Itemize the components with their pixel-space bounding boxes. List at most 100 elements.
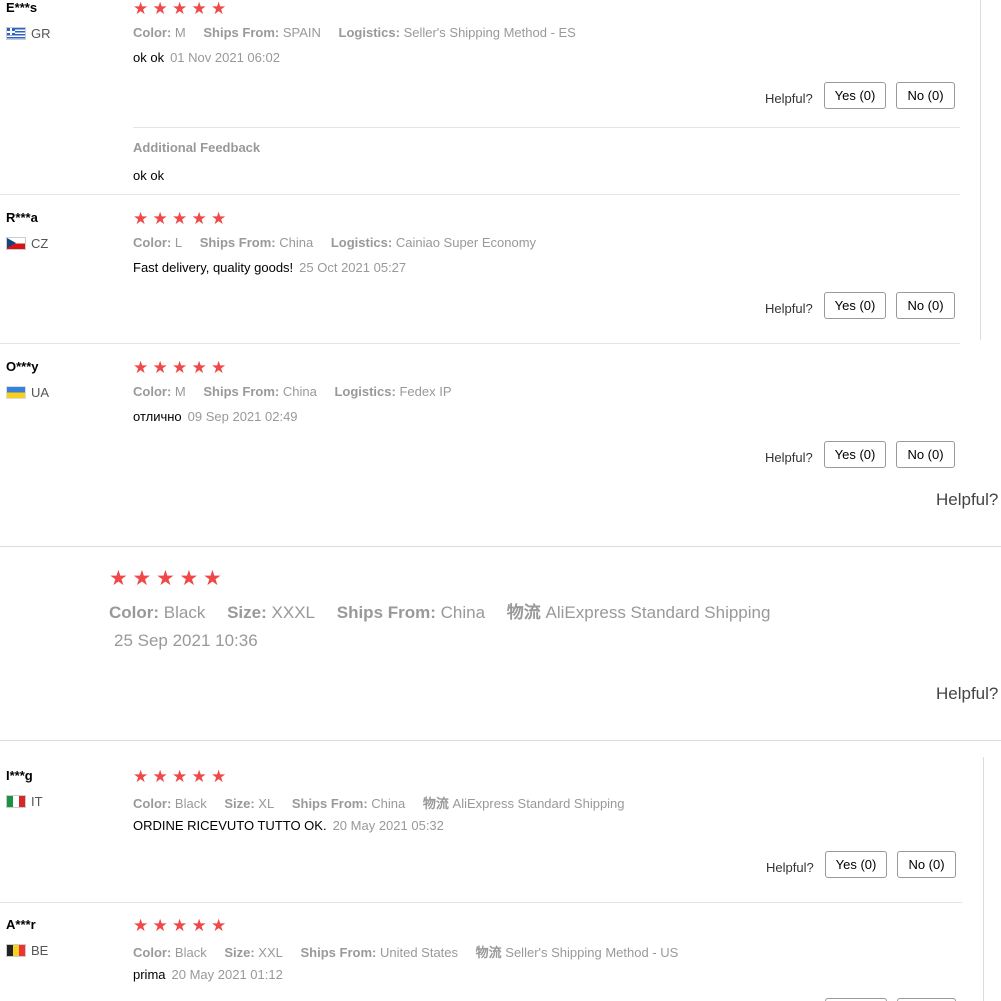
star-rating: ★ ★ ★ ★ ★ [133, 210, 231, 227]
star-icon: ★ [211, 0, 228, 18]
sku-info: Color: Black Size: XXXL Ships From: Chin… [109, 603, 771, 622]
star-icon: ★ [191, 358, 208, 377]
star-icon: ★ [132, 567, 153, 590]
star-rating: ★ ★ ★ ★ ★ [133, 0, 231, 17]
reviewer-country: CZ [6, 236, 48, 251]
review-date: 09 Sep 2021 02:49 [187, 409, 298, 424]
reviewer-country: UA [6, 385, 49, 400]
review-date: 20 May 2021 05:32 [332, 818, 444, 833]
star-icon: ★ [211, 209, 228, 228]
reviewer-country: IT [6, 794, 43, 809]
helpful-no-button[interactable]: No (0) [897, 851, 956, 878]
star-rating: ★ ★ ★ ★ ★ [133, 768, 231, 785]
right-border-line [983, 757, 984, 1001]
star-rating: ★ ★ ★ ★ ★ [109, 568, 227, 589]
review-divider [0, 194, 960, 195]
star-icon: ★ [152, 0, 169, 18]
helpful-label: Helpful? [766, 860, 814, 875]
star-icon: ★ [172, 358, 189, 377]
helpful-no-button[interactable]: No (0) [896, 441, 955, 468]
review-text: ok ok [133, 50, 165, 65]
star-icon: ★ [172, 767, 189, 786]
star-icon: ★ [133, 767, 150, 786]
helpful-yes-button[interactable]: Yes (0) [824, 441, 886, 468]
star-icon: ★ [152, 358, 169, 377]
helpful-yes-button[interactable]: Yes (0) [825, 851, 887, 878]
helpful-label: Helpful? [765, 91, 813, 106]
country-code: GR [31, 26, 51, 41]
country-code: UA [31, 385, 50, 400]
star-icon: ★ [152, 209, 169, 228]
reviewer-name: R***a [6, 210, 38, 225]
reviewer-name: A***r [6, 917, 36, 932]
reviewer-country: GR [6, 26, 51, 41]
star-icon: ★ [211, 916, 228, 935]
helpful-label: Helpful? [936, 490, 999, 509]
review-text: prima [133, 967, 166, 982]
review-content: ok ok 01 Nov 2021 06:02 [133, 50, 280, 65]
divider [133, 127, 960, 128]
star-rating: ★ ★ ★ ★ ★ [133, 917, 231, 934]
star-icon: ★ [211, 767, 228, 786]
helpful-no-button[interactable]: No (0) [896, 292, 955, 319]
greece-flag-icon [6, 27, 26, 40]
right-border-line [980, 0, 981, 340]
star-icon: ★ [133, 358, 150, 377]
reviewer-name: I***g [6, 768, 33, 783]
section-divider [0, 740, 1001, 741]
star-icon: ★ [133, 0, 150, 18]
section-divider [0, 546, 1001, 547]
star-icon: ★ [156, 567, 176, 590]
review-date: 25 Oct 2021 05:27 [299, 260, 407, 275]
star-icon: ★ [172, 0, 189, 18]
review-divider [0, 902, 962, 903]
star-icon: ★ [133, 916, 150, 935]
review-divider [0, 343, 960, 344]
star-icon: ★ [172, 916, 189, 935]
country-code: BE [31, 943, 49, 958]
helpful-yes-button[interactable]: Yes (0) [824, 292, 886, 319]
star-icon: ★ [203, 567, 223, 590]
star-icon: ★ [191, 0, 208, 18]
sku-info: Color: M Ships From: SPAIN Logistics: Se… [133, 25, 576, 40]
review-date: 25 Sep 2021 10:36 [114, 631, 258, 650]
ukraine-flag-icon [6, 386, 26, 399]
country-code: CZ [31, 236, 49, 251]
additional-feedback-title: Additional Feedback [133, 140, 261, 155]
review-date: 01 Nov 2021 06:02 [170, 50, 280, 65]
review-text: Fast delivery, quality goods! [133, 260, 294, 275]
country-code: IT [31, 794, 43, 809]
star-icon: ★ [109, 567, 129, 590]
review-content: отлично 09 Sep 2021 02:49 [133, 409, 298, 424]
helpful-label: Helpful? [765, 450, 813, 465]
sku-info: Color: Black Size: XL Ships From: China … [133, 796, 625, 811]
review-content: Fast delivery, quality goods! 25 Oct 2021… [133, 260, 406, 275]
review-text: ORDINE RICEVUTO TUTTO OK. [133, 818, 327, 833]
star-icon: ★ [172, 209, 189, 228]
review-text: отлично [133, 409, 182, 424]
review-date: 20 May 2021 01:12 [171, 967, 283, 982]
star-icon: ★ [191, 767, 208, 786]
star-icon: ★ [179, 567, 200, 590]
sku-info: Color: L Ships From: China Logistics: Ca… [133, 235, 537, 250]
star-rating: ★ ★ ★ ★ ★ [133, 359, 231, 376]
additional-feedback-text: ok ok [133, 168, 165, 183]
star-icon: ★ [211, 358, 228, 377]
helpful-yes-button[interactable]: Yes (0) [824, 82, 886, 109]
star-icon: ★ [191, 916, 208, 935]
reviewer-name: E***s [6, 0, 38, 15]
helpful-label: Helpful? [936, 684, 999, 703]
italy-flag-icon [6, 795, 26, 808]
helpful-label: Helpful? [765, 301, 813, 316]
star-icon: ★ [152, 767, 169, 786]
star-icon: ★ [191, 209, 208, 228]
helpful-no-button[interactable]: No (0) [896, 82, 955, 109]
star-icon: ★ [152, 916, 169, 935]
review-content: prima 20 May 2021 01:12 [133, 967, 283, 982]
reviewer-country: BE [6, 943, 48, 958]
czech-flag-icon [6, 237, 26, 250]
sku-info: Color: Black Size: XXL Ships From: Unite… [133, 945, 679, 960]
reviewer-name: O***y [6, 359, 39, 374]
star-icon: ★ [133, 209, 150, 228]
sku-info: Color: M Ships From: China Logistics: Fe… [133, 384, 452, 399]
